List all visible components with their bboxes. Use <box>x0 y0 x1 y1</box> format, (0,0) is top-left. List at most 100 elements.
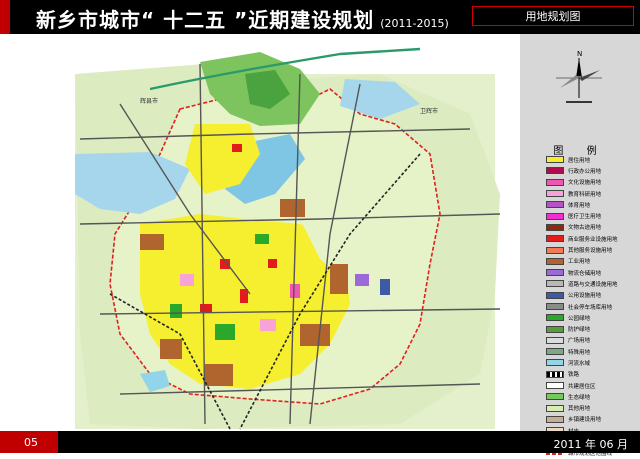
legend-item: 防护绿地 <box>546 323 638 334</box>
legend-swatch <box>546 257 564 265</box>
legend-item: 社会停车场库用地 <box>546 301 638 312</box>
legend-item: 居住用地 <box>546 154 638 165</box>
legend-swatch <box>546 314 564 322</box>
legend-label: 工业用地 <box>568 259 591 266</box>
legend-swatch <box>546 393 564 401</box>
legend-label: 公用设施用地 <box>568 293 602 300</box>
legend-label: 行政办公用地 <box>568 168 602 175</box>
legend-swatch <box>546 167 564 175</box>
legend-label: 道路与交通设施用地 <box>568 281 618 288</box>
plan-name-box: 用地规划图 <box>472 6 634 26</box>
legend-item: 共建居住区 <box>546 380 638 391</box>
legend-item: 河流水域 <box>546 357 638 368</box>
utility-block <box>380 279 390 295</box>
legend-swatch <box>546 336 564 344</box>
legend-swatch <box>546 382 564 390</box>
legend-swatch <box>546 178 564 186</box>
industry-block <box>205 364 233 386</box>
legend-label: 广场用地 <box>568 338 591 345</box>
industry-block <box>280 199 305 217</box>
industry-block <box>160 339 182 359</box>
legend-item: 其他服务设施用地 <box>546 244 638 255</box>
legend-label: 铁路 <box>568 372 580 379</box>
urban-park <box>215 324 235 340</box>
education-block <box>260 319 276 331</box>
legend-label: 体育用地 <box>568 202 591 209</box>
legend-label: 其他服务设施用地 <box>568 248 613 255</box>
legend-item: 行政办公用地 <box>546 165 638 176</box>
legend-label: 河流水域 <box>568 360 591 367</box>
legend-swatch <box>546 325 564 333</box>
legend-item: 公用设施用地 <box>546 290 638 301</box>
legend-swatch <box>546 404 564 412</box>
north-letter: N <box>577 50 582 58</box>
legend-swatch <box>546 190 564 198</box>
industry-block <box>140 234 164 250</box>
title-years: (2011-2015) <box>380 17 449 30</box>
legend-item: 文物古迹用地 <box>546 222 638 233</box>
legend-swatch <box>546 269 564 277</box>
page-title: 新乡市城市“ 十二五 ”近期建设规划 (2011-2015) <box>36 4 449 33</box>
education-block <box>180 274 194 286</box>
legend-label: 公园绿地 <box>568 315 591 322</box>
legend-label: 医疗卫生用地 <box>568 214 602 221</box>
legend-item: 生态绿地 <box>546 391 638 402</box>
legend-item: 工业用地 <box>546 256 638 267</box>
legend-swatch <box>546 370 564 378</box>
header-accent <box>0 0 10 34</box>
legend-label: 居住用地 <box>568 157 591 164</box>
legend-item: 公园绿地 <box>546 312 638 323</box>
legend-swatch <box>546 348 564 356</box>
legend-label: 文物古迹用地 <box>568 225 602 232</box>
culture-block <box>290 284 300 298</box>
plan-name: 用地规划图 <box>525 10 581 23</box>
urban-park <box>255 234 269 244</box>
footer-bar <box>0 431 640 453</box>
legend-item: 其他用地 <box>546 403 638 414</box>
legend-swatch <box>546 303 564 310</box>
compass-needle <box>576 58 582 78</box>
legend-swatch <box>546 246 564 254</box>
map-label-weihui: 卫辉市 <box>420 108 439 115</box>
industry-block <box>300 324 330 346</box>
legend-item: 体育用地 <box>546 199 638 210</box>
legend-label: 生态绿地 <box>568 394 591 401</box>
legend-item: 特殊用地 <box>546 346 638 357</box>
land-use-map: 辉县市 卫辉市 <box>0 34 520 431</box>
legend-item: 文化设施用地 <box>546 177 638 188</box>
urban-park <box>170 304 182 318</box>
compass-wing <box>579 70 600 81</box>
legend-label: 特殊用地 <box>568 349 591 356</box>
footer-date: 2011 年 06 月 <box>553 438 628 451</box>
legend-swatch <box>546 212 564 220</box>
legend-label: 商业服务业设施用地 <box>568 236 618 243</box>
legend-list: 居住用地行政办公用地 文化设施用地 教育科研用地 体育用地医疗卫生用地 文物古迹用地商业… <box>546 154 638 459</box>
industry-block <box>330 264 348 294</box>
legend-item: 铁路 <box>546 369 638 380</box>
legend-swatch <box>546 235 564 243</box>
legend-label: 教育科研用地 <box>568 191 602 198</box>
legend-label: 文化设施用地 <box>568 180 602 187</box>
page-number: 05 <box>0 431 58 453</box>
legend-item: 物流仓储用地 <box>546 267 638 278</box>
logistics-block <box>355 274 369 286</box>
legend-swatch <box>546 156 564 164</box>
compass-wing <box>560 75 579 88</box>
legend-item: 道路与交通设施用地 <box>546 278 638 289</box>
legend-swatch <box>546 291 564 299</box>
commercial-block <box>268 259 277 268</box>
legend-swatch <box>546 280 564 288</box>
commercial-block <box>232 144 242 152</box>
legend-swatch <box>546 359 564 367</box>
legend-item: 商业服务业设施用地 <box>546 233 638 244</box>
north-arrow-icon: N <box>556 50 602 103</box>
legend-label: 乡镇建设用地 <box>568 417 602 424</box>
title-text: 新乡市城市“ 十二五 ”近期建设规划 <box>36 8 375 32</box>
legend-label: 其他用地 <box>568 406 591 413</box>
commercial-block <box>240 289 248 303</box>
legend-item: 医疗卫生用地 <box>546 210 638 221</box>
legend-item: 教育科研用地 <box>546 188 638 199</box>
legend-label: 物流仓储用地 <box>568 270 602 277</box>
legend-swatch <box>546 223 564 231</box>
legend-item: 乡镇建设用地 <box>546 414 638 425</box>
